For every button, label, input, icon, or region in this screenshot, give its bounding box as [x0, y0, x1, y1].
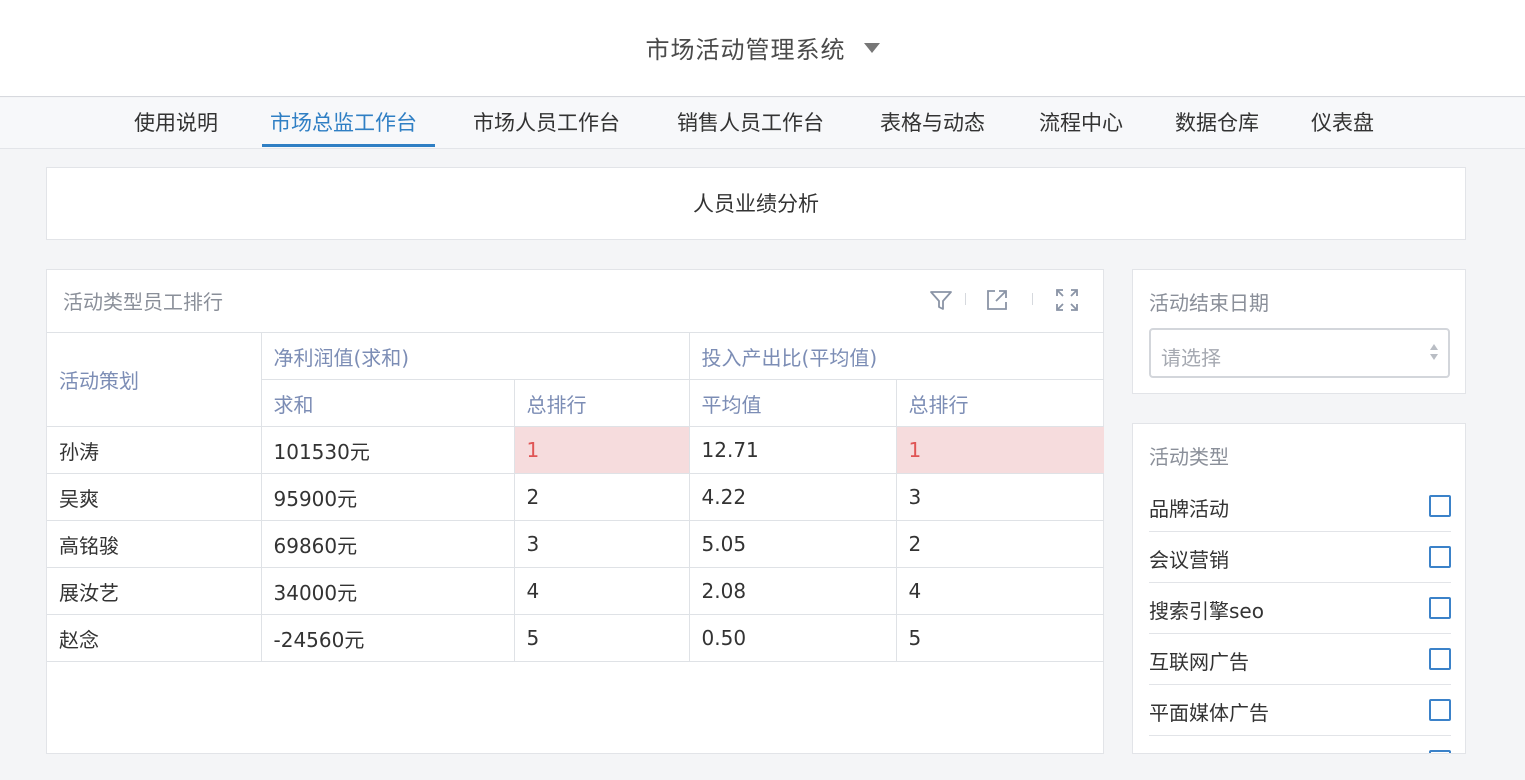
ranking-panel: 活动类型员工排行 活动策划 净利润值(求和) 投入产出比(平均值) 求和 总排行…	[46, 269, 1105, 754]
cell-average: 5.05	[689, 520, 897, 568]
option-row[interactable]: 搜索引擎seo	[1149, 583, 1451, 634]
group-header-net-profit: 净利润值(求和)	[261, 332, 690, 380]
caret-down-icon	[863, 43, 880, 53]
table-row: 吴爽 95900元 2 4.22 3	[47, 473, 1105, 521]
table-row: 高铭骏 69860元 3 5.05 2	[47, 520, 1105, 568]
cell-sum: 101530元	[261, 426, 515, 474]
cell-rank: 4	[896, 567, 1105, 615]
sub-header-rank: 总排行	[896, 379, 1105, 427]
option-row[interactable]: 会议营销	[1149, 532, 1451, 583]
option-label: 会议营销	[1149, 548, 1229, 572]
option-checkbox[interactable]	[1429, 699, 1451, 721]
option-checkbox[interactable]	[1429, 750, 1451, 753]
cell-rank: 5	[514, 614, 690, 662]
cell-rank: 2	[514, 473, 690, 521]
ranking-table: 活动策划 净利润值(求和) 投入产出比(平均值) 求和 总排行 平均值 总排行 …	[47, 332, 1105, 662]
section-header-card: 人员业绩分析	[46, 167, 1466, 240]
group-header-roi: 投入产出比(平均值)	[689, 332, 1105, 380]
app-title-dropdown[interactable]: 市场活动管理系统	[0, 30, 1525, 65]
cell-average: 2.08	[689, 567, 897, 615]
sub-header-rank: 总排行	[514, 379, 690, 427]
cell-rank: 1	[896, 426, 1105, 474]
cell-name: 赵念	[47, 614, 262, 662]
toolbar-divider	[965, 293, 966, 305]
tab-process-center[interactable]: 流程中心	[1039, 98, 1123, 149]
cell-sum: 69860元	[261, 520, 515, 568]
tab-dashboard[interactable]: 仪表盘	[1311, 98, 1374, 149]
section-title: 人员业绩分析	[693, 192, 819, 216]
option-label: 互联网广告	[1149, 650, 1249, 674]
tab-data-warehouse[interactable]: 数据仓库	[1175, 98, 1259, 149]
cell-name: 高铭骏	[47, 520, 262, 568]
cell-rank: 3	[514, 520, 690, 568]
export-icon[interactable]	[983, 286, 1011, 314]
option-checkbox[interactable]	[1429, 597, 1451, 619]
cell-rank: 5	[896, 614, 1105, 662]
cell-average: 4.22	[689, 473, 897, 521]
toolbar-divider	[1032, 293, 1033, 305]
end-date-label: 活动结束日期	[1149, 291, 1269, 315]
option-row[interactable]: 平面媒体广告	[1149, 685, 1451, 736]
fullscreen-icon[interactable]	[1053, 286, 1081, 314]
option-row[interactable]: 品牌活动	[1149, 481, 1451, 532]
cell-rank: 2	[896, 520, 1105, 568]
cell-rank: 4	[514, 567, 690, 615]
option-row[interactable]	[1149, 736, 1451, 753]
panel-title: 活动类型员工排行	[63, 290, 223, 314]
tab-marketing-staff[interactable]: 市场人员工作台	[473, 98, 620, 149]
cell-average: 12.71	[689, 426, 897, 474]
cell-sum: -24560元	[261, 614, 515, 662]
option-checkbox[interactable]	[1429, 648, 1451, 670]
option-checkbox[interactable]	[1429, 546, 1451, 568]
main-nav: 使用说明 市场总监工作台 市场人员工作台 销售人员工作台 表格与动态 流程中心 …	[0, 98, 1525, 149]
cell-rank: 3	[896, 473, 1105, 521]
cell-name: 孙涛	[47, 426, 262, 474]
app-title: 市场活动管理系统	[645, 36, 846, 64]
chevron-down-icon	[1430, 354, 1438, 360]
cell-sum: 95900元	[261, 473, 515, 521]
tab-sales-staff[interactable]: 销售人员工作台	[677, 98, 824, 149]
tab-tables-activity[interactable]: 表格与动态	[880, 98, 985, 149]
top-bar: 市场活动管理系统	[0, 0, 1525, 97]
cell-sum: 34000元	[261, 567, 515, 615]
activity-type-label: 活动类型	[1149, 445, 1229, 469]
option-label: 平面媒体广告	[1149, 701, 1269, 725]
table-row: 展汝艺 34000元 4 2.08 4	[47, 567, 1105, 615]
end-date-filter-card: 活动结束日期 请选择	[1132, 269, 1466, 394]
option-label: 搜索引擎seo	[1149, 599, 1264, 623]
table-row: 孙涛 101530元 1 12.71 1	[47, 426, 1105, 474]
cell-name: 吴爽	[47, 473, 262, 521]
tab-usage-guide[interactable]: 使用说明	[134, 98, 218, 149]
cell-rank: 1	[514, 426, 690, 474]
activity-type-filter-card: 活动类型 品牌活动 会议营销 搜索引擎seo 互联网广告 平面媒体广告	[1132, 423, 1466, 754]
corner-header: 活动策划	[47, 332, 262, 427]
cell-average: 0.50	[689, 614, 897, 662]
tab-marketing-director[interactable]: 市场总监工作台	[270, 98, 417, 149]
end-date-placeholder: 请选择	[1161, 346, 1221, 370]
option-row[interactable]: 互联网广告	[1149, 634, 1451, 685]
sub-header-average: 平均值	[689, 379, 897, 427]
table-row: 赵念 -24560元 5 0.50 5	[47, 614, 1105, 662]
option-checkbox[interactable]	[1429, 495, 1451, 517]
end-date-select[interactable]: 请选择	[1149, 328, 1450, 378]
filter-icon[interactable]	[927, 286, 955, 314]
chevron-up-icon	[1430, 344, 1438, 350]
active-tab-indicator	[262, 144, 435, 147]
cell-name: 展汝艺	[47, 567, 262, 615]
option-label: 品牌活动	[1149, 497, 1229, 521]
sub-header-sum: 求和	[261, 379, 515, 427]
